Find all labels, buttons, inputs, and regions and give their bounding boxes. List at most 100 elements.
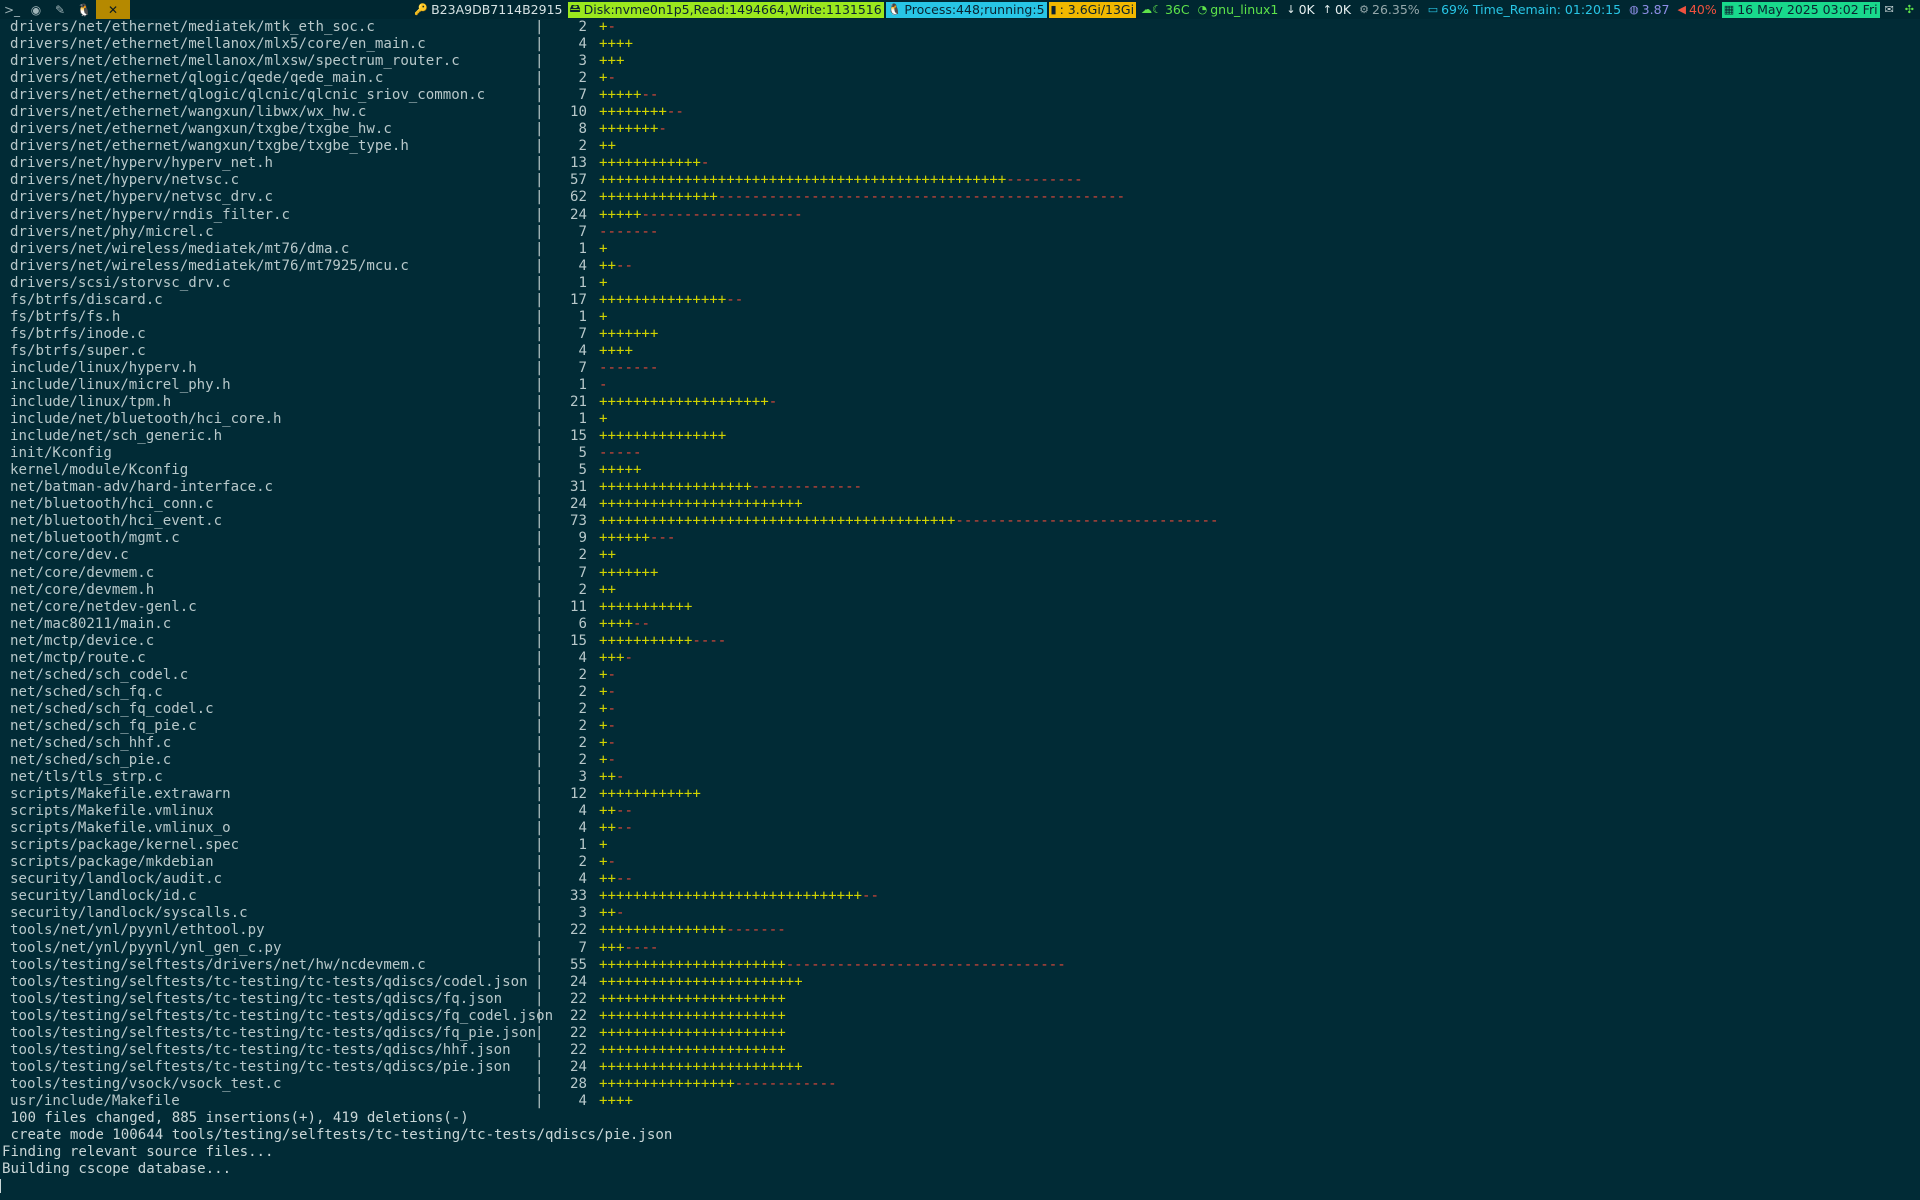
file-path: net/mac80211/main.c bbox=[10, 615, 172, 632]
diffstat-row: include/net/bluetooth/hci_core.h | 1 + bbox=[10, 411, 1920, 428]
column-separator: | bbox=[535, 564, 544, 581]
column-separator: | bbox=[535, 394, 544, 411]
file-path: drivers/net/ethernet/mellanox/mlxsw/spec… bbox=[10, 53, 460, 70]
deletions-graph: ---- bbox=[624, 939, 659, 956]
deletions-graph: -- bbox=[615, 257, 633, 274]
date-indicator: ▦ 16 May 2025 03:02 Fri bbox=[1721, 1, 1880, 18]
workspace-icon: ✕ bbox=[107, 2, 119, 17]
column-separator: | bbox=[535, 359, 544, 376]
diffstat-row: drivers/net/ethernet/qlogic/qede/qede_ma… bbox=[10, 70, 1920, 87]
insertions-graph: ++++++++++++++++++++++++++++++++++++++++… bbox=[599, 172, 1007, 189]
file-path: drivers/net/ethernet/wangxun/txgbe/txgbe… bbox=[10, 138, 409, 155]
change-count: 15 bbox=[570, 632, 587, 649]
diffstat-row: scripts/Makefile.vmlinux | 4 ++-- bbox=[10, 803, 1920, 820]
diffstat-row: scripts/package/mkdebian | 2 +- bbox=[10, 854, 1920, 871]
cpu-indicator: ⚙ 26.35% bbox=[1359, 2, 1420, 17]
diffstat-row: net/bluetooth/hci_event.c | 73 ++++++++++++… bbox=[10, 513, 1920, 530]
change-count: 1 bbox=[578, 411, 588, 428]
change-count: 4 bbox=[578, 36, 588, 53]
tray-network[interactable]: ✣ bbox=[1902, 2, 1920, 18]
diffstat-row: scripts/Makefile.extrawarn | 12 +++++++++++… bbox=[10, 786, 1920, 803]
column-separator: | bbox=[535, 1075, 544, 1092]
change-count: 22 bbox=[570, 1041, 587, 1058]
column-separator: | bbox=[535, 513, 544, 530]
deletions-graph: -- bbox=[726, 291, 744, 308]
insertions-graph: ++++++++++++++++++++++ bbox=[599, 990, 786, 1007]
column-separator: | bbox=[535, 376, 544, 393]
diffstat-row: drivers/net/hyperv/rndis_filter.c | 24 ++++… bbox=[10, 207, 1920, 224]
column-separator: | bbox=[535, 752, 544, 769]
file-path: drivers/scsi/storvsc_drv.c bbox=[10, 274, 231, 291]
workspace-button-2[interactable]: ◉ bbox=[24, 0, 48, 19]
insertions-graph: ++++++++++++++++++++++ bbox=[599, 1007, 786, 1024]
file-path: net/core/netdev-genl.c bbox=[10, 598, 197, 615]
change-count: 3 bbox=[578, 53, 588, 70]
deletions-graph: - bbox=[658, 121, 667, 138]
output-line: Finding relevant source files... bbox=[2, 1144, 274, 1161]
column-separator: | bbox=[535, 428, 544, 445]
column-separator: | bbox=[535, 973, 544, 990]
column-separator: | bbox=[535, 223, 544, 240]
workspace-button-1[interactable]: >_ bbox=[0, 0, 24, 19]
column-separator: | bbox=[535, 206, 544, 223]
column-separator: | bbox=[535, 87, 544, 104]
diffstat-row: drivers/net/phy/micrel.c | 7 ------- bbox=[10, 224, 1920, 241]
change-count: 13 bbox=[570, 155, 587, 172]
deletions-graph: - bbox=[624, 649, 633, 666]
file-path: fs/btrfs/discard.c bbox=[10, 291, 163, 308]
change-count: 24 bbox=[570, 496, 587, 513]
diffstat-row: drivers/net/ethernet/qlogic/qlcnic/qlcni… bbox=[10, 87, 1920, 104]
workspace-button-3[interactable]: ✎ bbox=[48, 0, 72, 19]
change-count: 7 bbox=[578, 325, 588, 342]
change-count: 2 bbox=[578, 700, 588, 717]
gauge-icon: ◍ bbox=[1629, 3, 1639, 16]
change-count: 12 bbox=[570, 786, 587, 803]
volume-indicator[interactable]: ◀ 40% bbox=[1675, 2, 1720, 18]
change-count: 21 bbox=[570, 394, 587, 411]
tray-mail[interactable]: ✉ bbox=[1882, 2, 1900, 18]
file-path: drivers/net/ethernet/wangxun/libwx/wx_hw… bbox=[10, 104, 367, 121]
hostname-indicator: 🔑 B23A9DB7114B2915 bbox=[414, 2, 563, 17]
file-path: drivers/net/ethernet/mediatek/mtk_eth_so… bbox=[10, 19, 375, 35]
network-icon: ✣ bbox=[1904, 3, 1914, 16]
diffstat-row: drivers/net/ethernet/mellanox/mlxsw/spec… bbox=[10, 53, 1920, 70]
terminal-output[interactable]: drivers/net/ethernet/mediatek/mtk_eth_so… bbox=[0, 19, 1920, 1200]
column-separator: | bbox=[535, 1058, 544, 1075]
file-path: tools/testing/vsock/vsock_test.c bbox=[10, 1075, 282, 1092]
diffstat-row: net/sched/sch_hhf.c | 2 +- bbox=[10, 735, 1920, 752]
workspace-button-4[interactable]: 🐧 bbox=[72, 0, 96, 19]
diffstat-row: drivers/scsi/storvsc_drv.c | 1 + bbox=[10, 275, 1920, 292]
speaker-icon: ◀ bbox=[1677, 3, 1686, 16]
file-path: fs/btrfs/super.c bbox=[10, 342, 146, 359]
change-count: 22 bbox=[570, 1024, 587, 1041]
column-separator: | bbox=[535, 462, 544, 479]
change-count: 2 bbox=[578, 683, 588, 700]
workspace-button-5[interactable]: ✕ bbox=[96, 0, 130, 19]
deletions-graph: ----- bbox=[599, 445, 642, 462]
change-count: 4 bbox=[578, 342, 588, 359]
insertions-graph: + bbox=[599, 734, 608, 751]
diffstat-row: init/Kconfig | 5 ----- bbox=[10, 445, 1920, 462]
file-path: drivers/net/ethernet/qlogic/qede/qede_ma… bbox=[10, 70, 384, 87]
insertions-graph: +++++++ bbox=[599, 121, 659, 138]
deletions-graph: - bbox=[615, 769, 625, 786]
wifi-icon: ◔ bbox=[1197, 3, 1208, 16]
diffstat-row: fs/btrfs/super.c | 4 ++++ bbox=[10, 343, 1920, 360]
wifi-indicator[interactable]: ◔ gnu_linux1 bbox=[1195, 2, 1282, 18]
change-count: 28 bbox=[570, 1075, 587, 1092]
insertions-graph: ++++++++++++++++++++ bbox=[599, 394, 769, 411]
deletions-graph: -- bbox=[615, 820, 633, 837]
change-count: 33 bbox=[570, 888, 587, 905]
diffstat-row: scripts/Makefile.vmlinux_o | 4 ++-- bbox=[10, 820, 1920, 837]
change-count: 7 bbox=[578, 564, 588, 581]
deletions-graph: -- bbox=[615, 871, 633, 888]
column-separator: | bbox=[535, 615, 544, 632]
diffstat-row: tools/testing/selftests/tc-testing/tc-te… bbox=[10, 1008, 1920, 1025]
network-up-indicator: ↑ 0K bbox=[1322, 2, 1352, 17]
gear-icon: ⚙ bbox=[1359, 3, 1370, 16]
insertions-graph: +++ bbox=[599, 53, 625, 70]
change-count: 2 bbox=[578, 581, 588, 598]
insertions-graph: ++ bbox=[599, 803, 616, 820]
column-separator: | bbox=[535, 700, 544, 717]
change-count: 24 bbox=[570, 1058, 587, 1075]
